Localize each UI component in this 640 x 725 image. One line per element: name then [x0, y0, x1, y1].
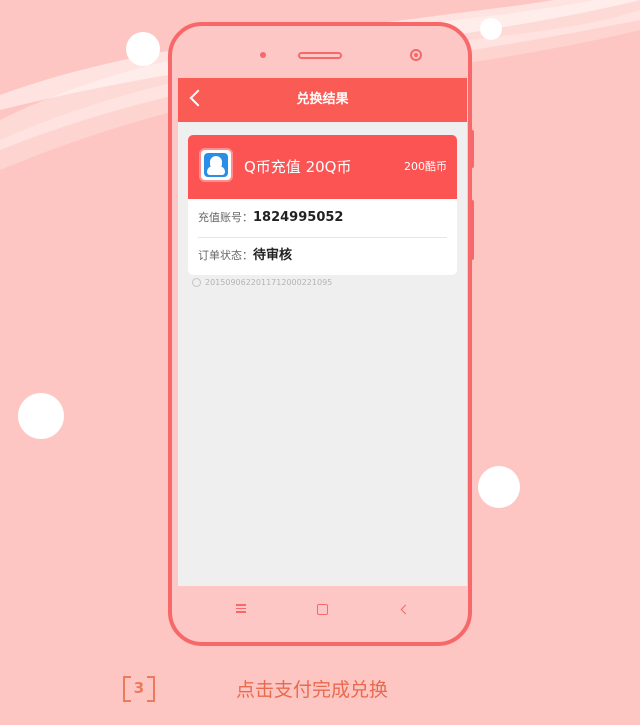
title-bar: 兑换结果 [178, 78, 467, 122]
phone-side-button [470, 130, 474, 168]
status-row: 订单状态：待审核 [188, 237, 457, 275]
phone-side-button [470, 200, 474, 260]
phone-sensor [260, 52, 266, 58]
decor-dot [480, 18, 502, 40]
phone-camera-icon [410, 49, 422, 61]
account-row: 充值账号：1824995052 [188, 199, 457, 237]
qq-penguin-icon [199, 148, 233, 182]
decor-dot [126, 32, 160, 66]
menu-icon[interactable] [233, 602, 249, 618]
order-icon [192, 278, 201, 287]
order-number-row: 2015090622011712000221095 [192, 278, 332, 287]
home-icon[interactable] [314, 602, 330, 618]
decor-dot [478, 466, 520, 508]
phone-nav-bar [178, 586, 467, 636]
product-price: 200酷币 [404, 160, 447, 173]
decor-dot [18, 393, 64, 439]
caption-text: 点击支付完成兑换 [236, 679, 389, 701]
app-screen: 兑换结果 Q币充值 20Q币 200酷币 充值账号：1824995052 订单状… [178, 78, 467, 586]
account-label: 充值账号： [198, 211, 253, 224]
product-header: Q币充值 20Q币 200酷币 [188, 135, 457, 199]
status-value: 待审核 [253, 248, 293, 263]
phone-speaker [298, 52, 342, 59]
caption: 3 点击支付完成兑换 [0, 672, 640, 706]
product-name: Q币充值 20Q币 [244, 158, 352, 176]
account-value: 1824995052 [253, 210, 344, 225]
back-nav-icon[interactable] [396, 602, 412, 618]
order-card: Q币充值 20Q币 200酷币 充值账号：1824995052 订单状态：待审核 [188, 135, 457, 275]
status-label: 订单状态： [198, 249, 253, 262]
step-number: 3 [123, 676, 155, 702]
page-title: 兑换结果 [296, 92, 349, 107]
order-number: 2015090622011712000221095 [205, 278, 333, 287]
